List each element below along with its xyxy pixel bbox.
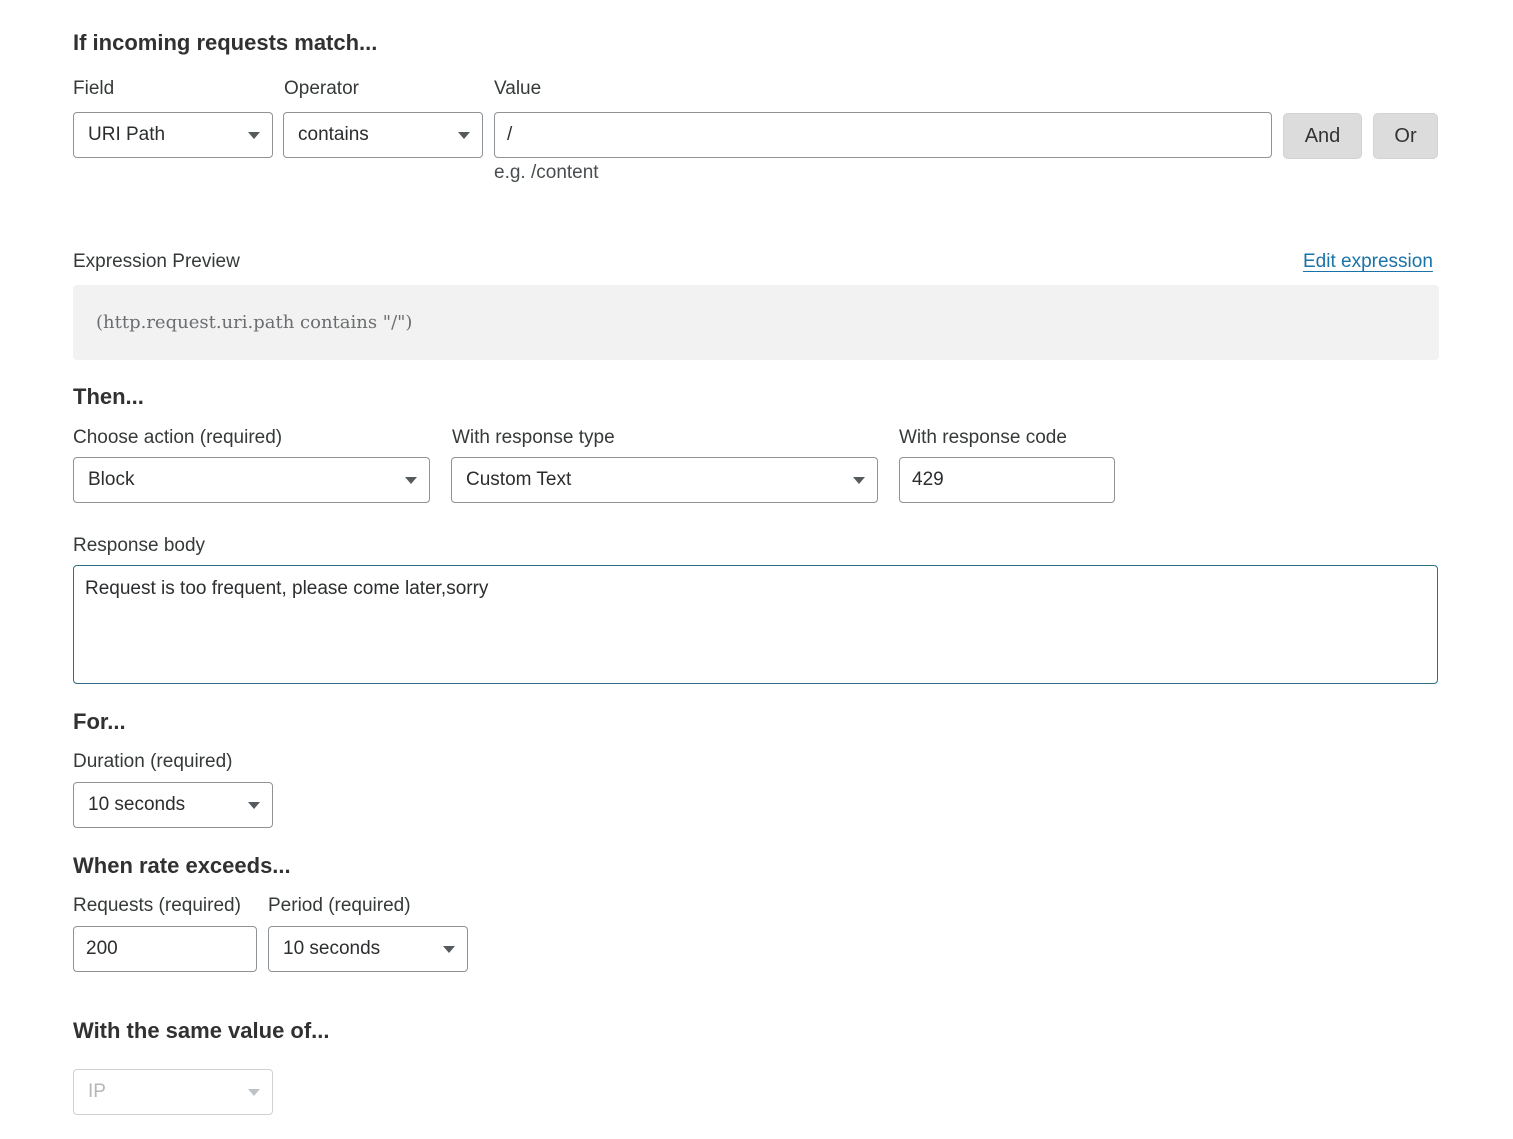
- then-heading: Then...: [73, 384, 144, 409]
- expression-preview-box: (http.request.uri.path contains "/"): [73, 285, 1439, 360]
- rate-heading: When rate exceeds...: [73, 853, 291, 878]
- and-button[interactable]: And: [1283, 113, 1362, 159]
- response-body-text: Request is too frequent, please come lat…: [85, 578, 489, 599]
- requests-input-text: 200: [86, 938, 118, 959]
- operator-label: Operator: [284, 78, 359, 99]
- chevron-down-icon: [248, 801, 260, 809]
- operator-select-value: contains: [298, 124, 369, 145]
- response-type-select[interactable]: Custom Text: [451, 457, 878, 503]
- action-label: Choose action (required): [73, 427, 283, 448]
- match-heading: If incoming requests match...: [73, 30, 378, 55]
- period-select-value: 10 seconds: [283, 938, 381, 959]
- response-code-input-text: 429: [912, 469, 944, 490]
- duration-select-value: 10 seconds: [88, 794, 186, 815]
- value-hint: e.g. /content: [494, 162, 599, 183]
- chevron-down-icon: [248, 1088, 260, 1096]
- characteristic-select: IP: [73, 1069, 273, 1115]
- requests-input[interactable]: 200: [73, 926, 257, 972]
- response-body-textarea[interactable]: Request is too frequent, please come lat…: [73, 565, 1438, 684]
- response-type-label: With response type: [452, 427, 615, 448]
- response-code-input[interactable]: 429: [899, 457, 1115, 503]
- value-input[interactable]: /: [494, 112, 1272, 158]
- chevron-down-icon: [405, 476, 417, 484]
- response-type-select-value: Custom Text: [466, 469, 572, 490]
- chevron-down-icon: [443, 945, 455, 953]
- and-button-label: And: [1304, 124, 1341, 147]
- edit-expression-link[interactable]: Edit expression: [1303, 251, 1433, 273]
- response-code-label: With response code: [899, 427, 1067, 448]
- chevron-down-icon: [853, 476, 865, 484]
- response-body-label: Response body: [73, 535, 206, 556]
- duration-select[interactable]: 10 seconds: [73, 782, 273, 828]
- same-value-heading: With the same value of...: [73, 1018, 330, 1043]
- action-select-value: Block: [88, 469, 135, 490]
- rate-limit-rule-form: If incoming requests match... Field Oper…: [0, 0, 1513, 1139]
- expression-preview-text: (http.request.uri.path contains "/"): [96, 312, 413, 333]
- expression-preview-label: Expression Preview: [73, 251, 240, 272]
- requests-label: Requests (required): [73, 895, 241, 916]
- for-heading: For...: [73, 709, 126, 734]
- chevron-down-icon: [248, 131, 260, 139]
- or-button-label: Or: [1394, 124, 1417, 147]
- characteristic-select-value: IP: [88, 1081, 106, 1102]
- duration-label: Duration (required): [73, 751, 233, 772]
- field-select[interactable]: URI Path: [73, 112, 273, 158]
- value-label: Value: [494, 78, 542, 99]
- value-input-text: /: [507, 124, 513, 145]
- field-select-value: URI Path: [88, 124, 166, 145]
- action-select[interactable]: Block: [73, 457, 430, 503]
- period-label: Period (required): [268, 895, 411, 916]
- chevron-down-icon: [458, 131, 470, 139]
- operator-select[interactable]: contains: [283, 112, 483, 158]
- field-label: Field: [73, 78, 115, 99]
- or-button[interactable]: Or: [1373, 113, 1438, 159]
- period-select[interactable]: 10 seconds: [268, 926, 468, 972]
